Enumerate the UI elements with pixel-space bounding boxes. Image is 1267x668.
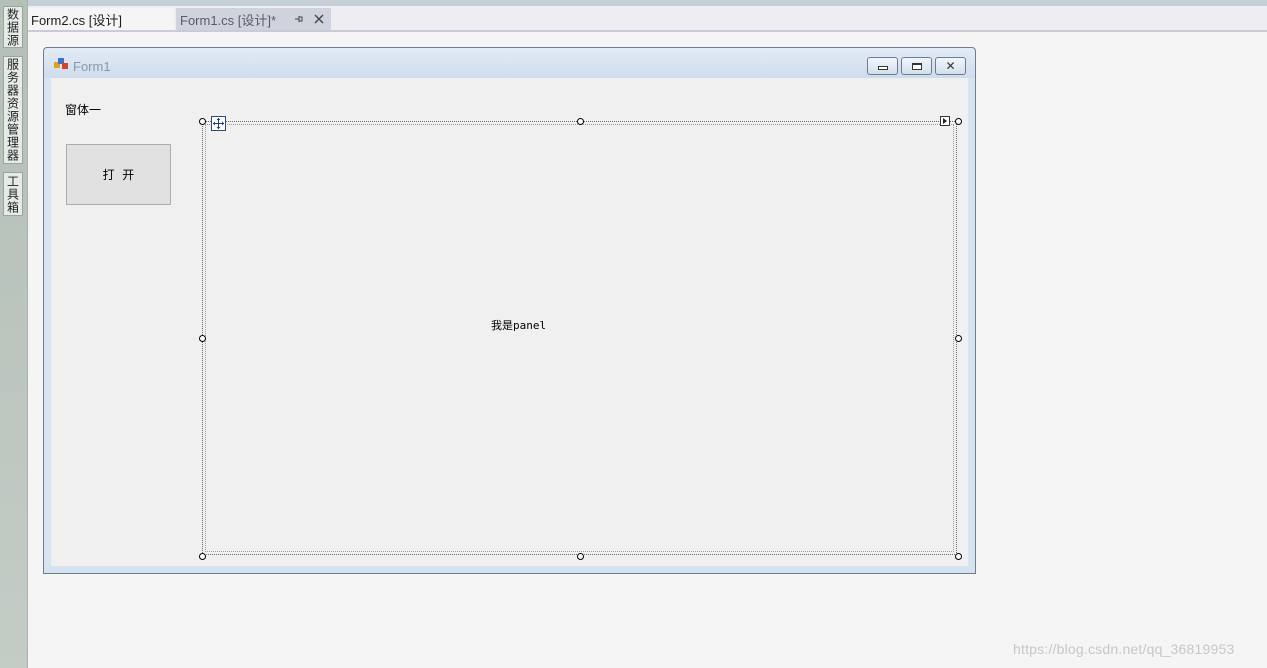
form-client-area[interactable]: 窗体一 打 开 我是panel bbox=[51, 78, 968, 566]
document-tab-bar: Form2.cs [设计] Form1.cs [设计]* bbox=[28, 6, 1267, 32]
resize-handle-bottom-right[interactable] bbox=[955, 553, 962, 560]
close-icon[interactable]: ✕ bbox=[935, 57, 966, 75]
move-icon[interactable] bbox=[211, 116, 226, 131]
close-icon[interactable] bbox=[312, 8, 326, 30]
form-icon bbox=[54, 58, 68, 69]
selected-panel[interactable]: 我是panel bbox=[199, 116, 962, 560]
resize-handle-bottom[interactable] bbox=[577, 553, 584, 560]
tab-form1-design[interactable]: Form1.cs [设计]* bbox=[176, 8, 331, 30]
form-label: 窗体一 bbox=[65, 103, 102, 117]
panel-label: 我是panel bbox=[491, 319, 547, 332]
side-tab-server-explorer[interactable]: 服务器资源管理器 bbox=[3, 56, 23, 164]
open-button[interactable]: 打 开 bbox=[66, 144, 171, 205]
resize-handle-top-left[interactable] bbox=[199, 118, 206, 125]
watermark: https://blog.csdn.net/qq_36819953 bbox=[1013, 641, 1235, 657]
minimize-icon[interactable] bbox=[867, 57, 898, 75]
resize-handle-top[interactable] bbox=[577, 118, 584, 125]
side-tab-data-sources[interactable]: 数据源 bbox=[3, 6, 23, 48]
panel-inner-border bbox=[205, 124, 954, 552]
maximize-icon[interactable] bbox=[901, 57, 932, 75]
smart-tag-arrow-icon[interactable] bbox=[940, 116, 950, 126]
tab-label: Form2.cs [设计] bbox=[31, 12, 123, 28]
resize-handle-top-right[interactable] bbox=[955, 118, 962, 125]
resize-handle-left[interactable] bbox=[199, 335, 206, 342]
resize-handle-right[interactable] bbox=[955, 335, 962, 342]
side-tab-toolbox[interactable]: 工具箱 bbox=[3, 172, 23, 216]
form-titlebar[interactable]: Form1 ✕ bbox=[44, 48, 975, 78]
form-title: Form1 bbox=[73, 59, 111, 74]
tab-form2-design[interactable]: Form2.cs [设计] bbox=[28, 8, 174, 30]
tab-label: Form1.cs [设计]* bbox=[180, 12, 277, 28]
side-tool-strip: 数据源 服务器资源管理器 工具箱 bbox=[0, 0, 28, 668]
pin-icon[interactable] bbox=[292, 8, 306, 30]
resize-handle-bottom-left[interactable] bbox=[199, 553, 206, 560]
designer-form-window[interactable]: Form1 ✕ 窗体一 打 开 我是panel bbox=[43, 47, 976, 574]
